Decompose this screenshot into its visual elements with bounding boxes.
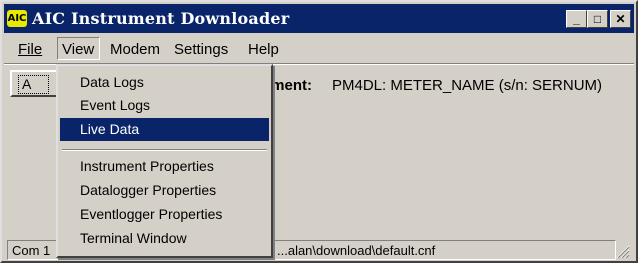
menu-item-instrument-properties[interactable]: Instrument Properties xyxy=(60,155,269,178)
menu-item-datalogger-properties[interactable]: Datalogger Properties xyxy=(60,179,269,202)
menu-settings[interactable]: Settings xyxy=(174,41,228,58)
menu-file[interactable]: File xyxy=(18,41,42,58)
toolbar-button-label: A xyxy=(18,75,49,94)
menu-item-live-data[interactable]: Live Data xyxy=(60,118,269,141)
menu-modem-label: Modem xyxy=(110,41,161,58)
menu-bar: File View Modem Settings Help xyxy=(4,35,634,62)
instrument-value: PM4DL: METER_NAME (s/n: SERNUM) xyxy=(332,77,603,94)
menu-item-event-logs[interactable]: Event Logs xyxy=(60,94,269,117)
menu-settings-label: Settings xyxy=(174,41,229,58)
menu-divider xyxy=(62,149,267,151)
menu-view[interactable]: View xyxy=(62,41,94,58)
title-bar[interactable]: AIC AIC Instrument Downloader _ □ ✕ xyxy=(4,4,634,33)
main-window: AIC AIC Instrument Downloader _ □ ✕ File… xyxy=(0,0,638,263)
minimize-button[interactable]: _ xyxy=(566,10,587,28)
app-icon: AIC xyxy=(7,10,27,27)
menu-item-eventlogger-properties[interactable]: Eventlogger Properties xyxy=(60,203,269,226)
menu-help[interactable]: Help xyxy=(248,41,279,58)
toolbar-button[interactable]: A xyxy=(10,70,58,97)
menu-item-data-logs[interactable]: Data Logs xyxy=(60,71,269,94)
window-title: AIC Instrument Downloader xyxy=(32,9,290,28)
menu-help-label: Help xyxy=(248,41,279,58)
menu-modem[interactable]: Modem xyxy=(110,41,160,58)
close-button[interactable]: ✕ xyxy=(610,10,631,28)
menu-file-label: File xyxy=(18,41,43,58)
menu-item-terminal-window[interactable]: Terminal Window xyxy=(60,227,269,250)
menu-view-label: View xyxy=(62,41,95,58)
view-dropdown-menu: Data Logs Event Logs Live Data Instrumen… xyxy=(56,64,273,258)
maximize-button[interactable]: □ xyxy=(587,10,608,28)
resize-grip-icon[interactable] xyxy=(616,245,630,259)
